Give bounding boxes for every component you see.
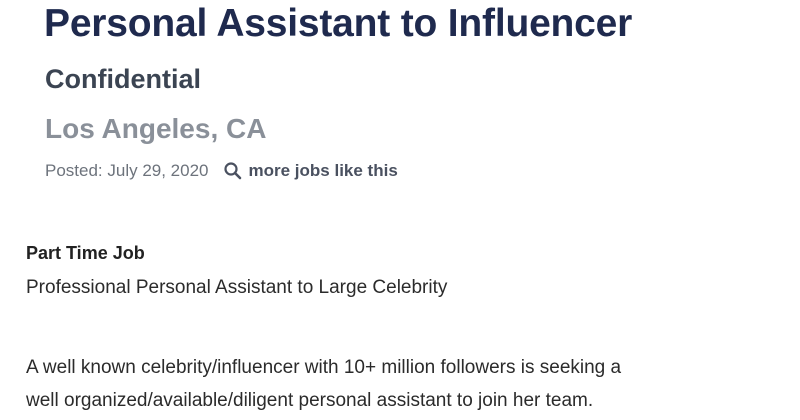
- company-name: Confidential: [45, 64, 201, 94]
- more-jobs-label: more jobs like this: [248, 161, 398, 180]
- description-line: well organized/available/diligent person…: [26, 390, 594, 411]
- job-posting-page: Personal Assistant to Influencer Confide…: [0, 0, 800, 420]
- job-title: Personal Assistant to Influencer: [44, 2, 633, 45]
- job-type: Part Time Job: [26, 243, 145, 263]
- description-line: A well known celebrity/influencer with 1…: [26, 357, 622, 378]
- more-jobs-link[interactable]: more jobs like this: [223, 161, 398, 181]
- posted-date: Posted: July 29, 2020: [45, 161, 209, 180]
- job-location: Los Angeles, CA: [45, 113, 267, 144]
- job-description: A well known celebrity/influencer with 1…: [26, 351, 796, 417]
- posting-meta-row: Posted: July 29, 2020 more jobs like thi…: [45, 159, 398, 183]
- search-icon: [223, 161, 243, 181]
- job-summary: Professional Personal Assistant to Large…: [26, 277, 448, 298]
